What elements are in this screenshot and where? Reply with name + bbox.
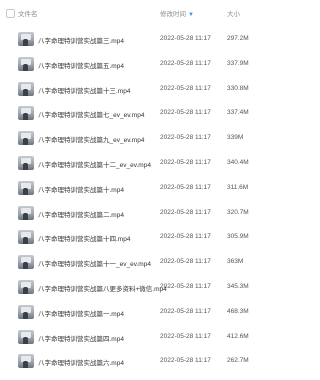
video-thumbnail-icon <box>18 230 34 245</box>
file-modified-time: 2022-05-28 11:17 <box>160 158 211 166</box>
file-modified-time: 2022-05-28 11:17 <box>160 134 211 142</box>
file-size: 345.3M <box>227 282 249 290</box>
thumbnail-person <box>23 237 28 245</box>
file-modified-time: 2022-05-28 11:17 <box>160 208 211 216</box>
column-header-modified-time-label: 修改时间 <box>160 11 186 18</box>
file-name[interactable]: 八字命理特训营实战篇十二_ev_ev.mp4 <box>38 159 151 169</box>
file-row[interactable]: 八字命理特训营实战篇十四.mp4 2022-05-28 11:17 305.9M <box>0 225 310 250</box>
thumbnail-person <box>23 162 28 170</box>
file-row[interactable]: 八字命理特训营实战篇五.mp4 2022-05-28 11:17 337.9M <box>0 52 310 77</box>
video-thumbnail-icon <box>18 329 34 344</box>
file-list-header: 文件名 修改时间 ▼ 大小 <box>0 0 310 26</box>
file-row[interactable]: 八字命理特训营实战篇十三.mp4 2022-05-28 11:17 330.8M <box>0 77 310 102</box>
video-thumbnail-icon <box>18 180 34 195</box>
file-name[interactable]: 八字命理特训营实战篇十.mp4 <box>38 184 124 194</box>
file-row[interactable]: 八字命理特训营实战篇八更多资料+微信.mp4 2022-05-28 11:17 34… <box>0 275 310 300</box>
file-name[interactable]: 八字命理特训营实战篇五.mp4 <box>38 60 124 70</box>
file-modified-time: 2022-05-28 11:17 <box>160 59 211 67</box>
file-row[interactable]: 八字命理特训营实战篇二.mp4 2022-05-28 11:17 320.7M <box>0 201 310 226</box>
file-modified-time: 2022-05-28 11:17 <box>160 258 211 266</box>
select-all-checkbox[interactable] <box>6 9 15 18</box>
column-header-modified-time[interactable]: 修改时间 ▼ <box>160 8 194 18</box>
video-thumbnail-icon <box>18 81 34 96</box>
file-row[interactable]: 八字命理特训营实战篇六.mp4 2022-05-28 11:17 262.7M <box>0 349 310 374</box>
file-modified-time: 2022-05-28 11:17 <box>160 357 211 365</box>
thumbnail-person <box>23 212 28 220</box>
file-row[interactable]: 八字命理特训营实战篇三.mp4 2022-05-28 11:17 297.2M <box>0 27 310 52</box>
file-name[interactable]: 八字命理特训营实战篇四.mp4 <box>38 333 124 343</box>
video-thumbnail-icon <box>18 205 34 220</box>
file-name[interactable]: 八字命理特训营实战篇七_ev_ev.mp4 <box>38 109 144 119</box>
video-thumbnail-icon <box>18 255 34 270</box>
thumbnail-person <box>23 88 28 96</box>
file-size: 363M <box>227 258 244 266</box>
thumbnail-person <box>23 262 28 270</box>
video-thumbnail-icon <box>18 279 34 294</box>
video-thumbnail-icon <box>18 155 34 170</box>
file-row[interactable]: 八字命理特训营实战篇九_ev_ev.mp4 2022-05-28 11:17 339… <box>0 126 310 151</box>
file-name[interactable]: 八字命理特训营实战篇六.mp4 <box>38 357 124 367</box>
sort-down-icon[interactable]: ▼ <box>188 12 194 18</box>
video-thumbnail-icon <box>18 354 34 369</box>
file-name[interactable]: 八字命理特训营实战篇十四.mp4 <box>38 233 130 243</box>
file-name[interactable]: 八字命理特训营实战篇二.mp4 <box>38 209 124 219</box>
file-modified-time: 2022-05-28 11:17 <box>160 84 211 92</box>
thumbnail-person <box>23 138 28 146</box>
file-size: 320.7M <box>227 208 249 216</box>
video-thumbnail-icon <box>18 56 34 71</box>
column-header-size[interactable]: 大小 <box>227 8 240 18</box>
file-row[interactable]: 八字命理特训营实战篇十二_ev_ev.mp4 2022-05-28 11:17 34… <box>0 151 310 176</box>
file-row[interactable]: 八字命理特训营实战篇十.mp4 2022-05-28 11:17 311.6M <box>0 176 310 201</box>
file-name[interactable]: 八字命理特训营实战篇三.mp4 <box>38 35 124 45</box>
column-header-name[interactable]: 文件名 <box>18 8 38 18</box>
file-row[interactable]: 八字命理特训营实战篇四.mp4 2022-05-28 11:17 412.6M <box>0 325 310 350</box>
file-size: 330.8M <box>227 84 249 92</box>
file-size: 412.6M <box>227 332 249 340</box>
file-modified-time: 2022-05-28 11:17 <box>160 282 211 290</box>
file-modified-time: 2022-05-28 11:17 <box>160 307 211 315</box>
file-size: 337.9M <box>227 59 249 67</box>
file-size: 305.9M <box>227 233 249 241</box>
file-modified-time: 2022-05-28 11:17 <box>160 109 211 117</box>
file-size: 297.2M <box>227 35 249 42</box>
file-row[interactable]: 八字命理特训营实战篇十一_ev_ev.mp4 2022-05-28 11:17 36… <box>0 250 310 275</box>
video-thumbnail-icon <box>18 106 34 121</box>
thumbnail-person <box>23 63 28 71</box>
file-size: 311.6M <box>227 183 249 191</box>
video-thumbnail-icon <box>18 131 34 146</box>
file-size: 340.4M <box>227 158 249 166</box>
file-modified-time: 2022-05-28 11:17 <box>160 233 211 241</box>
file-size: 468.3M <box>227 307 249 315</box>
thumbnail-person <box>23 336 28 344</box>
file-modified-time: 2022-05-28 11:17 <box>160 183 211 191</box>
file-name[interactable]: 八字命理特训营实战篇十一_ev_ev.mp4 <box>38 258 151 268</box>
thumbnail-person <box>23 361 28 369</box>
file-row[interactable]: 八字命理特训营实战篇一.mp4 2022-05-28 11:17 468.3M <box>0 300 310 325</box>
file-size: 337.4M <box>227 109 249 117</box>
thumbnail-person <box>23 113 28 121</box>
file-size: 262.7M <box>227 357 249 365</box>
file-modified-time: 2022-05-28 11:17 <box>160 332 211 340</box>
file-modified-time: 2022-05-28 11:17 <box>160 35 211 42</box>
thumbnail-person <box>23 187 28 195</box>
video-thumbnail-icon <box>18 32 34 46</box>
file-name[interactable]: 八字命理特训营实战篇九_ev_ev.mp4 <box>38 134 144 144</box>
file-size: 339M <box>227 134 244 142</box>
file-list: 八字命理特训营实战篇三.mp4 2022-05-28 11:17 297.2M 八字命… <box>0 27 310 374</box>
thumbnail-person <box>23 311 28 319</box>
file-name[interactable]: 八字命理特训营实战篇十三.mp4 <box>38 85 130 95</box>
video-thumbnail-icon <box>18 304 34 319</box>
file-name[interactable]: 八字命理特训营实战篇八更多资料+微信.mp4 <box>38 283 167 293</box>
thumbnail-person <box>23 286 28 294</box>
file-row[interactable]: 八字命理特训营实战篇七_ev_ev.mp4 2022-05-28 11:17 337… <box>0 101 310 126</box>
file-name[interactable]: 八字命理特训营实战篇一.mp4 <box>38 308 124 318</box>
thumbnail-person <box>23 39 28 46</box>
